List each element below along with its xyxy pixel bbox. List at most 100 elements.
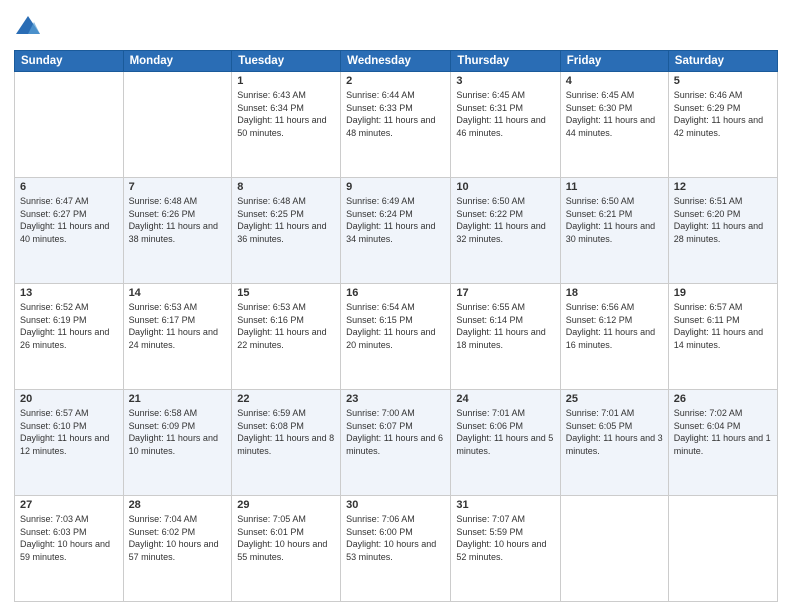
day-detail: Sunrise: 6:45 AM Sunset: 6:30 PM Dayligh… [566,89,663,139]
calendar-cell: 30Sunrise: 7:06 AM Sunset: 6:00 PM Dayli… [341,496,451,602]
calendar-cell: 1 Sunrise: 6:43 AM Sunset: 6:34 PM Daylig… [232,72,341,178]
day-number: 4 [566,75,663,87]
day-detail: Sunrise: 7:02 AM Sunset: 6:04 PM Dayligh… [674,407,772,457]
day-number: 3 [456,75,554,87]
day-detail: Sunrise: 6:57 AM Sunset: 6:11 PM Dayligh… [674,301,772,351]
calendar-cell: 15 Sunrise: 6:53 AM Sunset: 6:16 PM Dayli… [232,284,341,390]
calendar-cell: 13Sunrise: 6:52 AM Sunset: 6:19 PM Dayli… [15,284,124,390]
calendar-week-row: 6 Sunrise: 6:47 AM Sunset: 6:27 PM Daylig… [15,178,778,284]
day-detail: Sunrise: 7:06 AM Sunset: 6:00 PM Dayligh… [346,513,445,563]
day-detail: Sunrise: 6:48 AM Sunset: 6:25 PM Dayligh… [237,195,335,245]
calendar-cell: 27 Sunrise: 7:03 AM Sunset: 6:03 PM Dayli… [15,496,124,602]
day-detail: Sunrise: 6:55 AM Sunset: 6:14 PM Dayligh… [456,301,554,351]
day-detail: Sunrise: 7:00 AM Sunset: 6:07 PM Dayligh… [346,407,445,457]
calendar-cell: 24 Sunrise: 7:01 AM Sunset: 6:06 PM Dayli… [451,390,560,496]
day-number: 17 [456,287,554,299]
calendar-week-row: 13Sunrise: 6:52 AM Sunset: 6:19 PM Dayli… [15,284,778,390]
day-detail: Sunrise: 7:01 AM Sunset: 6:05 PM Dayligh… [566,407,663,457]
day-detail: Sunrise: 6:58 AM Sunset: 6:09 PM Dayligh… [129,407,227,457]
day-of-week-header: Monday [123,51,232,72]
calendar-cell: 19 Sunrise: 6:57 AM Sunset: 6:11 PM Dayli… [668,284,777,390]
day-number: 18 [566,287,663,299]
day-number: 8 [237,181,335,193]
day-detail: Sunrise: 6:52 AM Sunset: 6:19 PM Dayligh… [20,301,118,351]
day-number: 22 [237,393,335,405]
calendar-cell: 26 Sunrise: 7:02 AM Sunset: 6:04 PM Dayli… [668,390,777,496]
calendar-cell: 10 Sunrise: 6:50 AM Sunset: 6:22 PM Dayli… [451,178,560,284]
day-number: 10 [456,181,554,193]
day-number: 6 [20,181,118,193]
day-number: 9 [346,181,445,193]
day-detail: Sunrise: 6:50 AM Sunset: 6:21 PM Dayligh… [566,195,663,245]
day-number: 20 [20,393,118,405]
calendar-cell [560,496,668,602]
calendar-cell: 22 Sunrise: 6:59 AM Sunset: 6:08 PM Dayli… [232,390,341,496]
day-number: 19 [674,287,772,299]
day-number: 16 [346,287,445,299]
day-number: 27 [20,499,118,511]
calendar-cell: 11Sunrise: 6:50 AM Sunset: 6:21 PM Dayli… [560,178,668,284]
calendar-cell [123,72,232,178]
calendar-cell: 25 Sunrise: 7:01 AM Sunset: 6:05 PM Dayli… [560,390,668,496]
calendar-cell: 28 Sunrise: 7:04 AM Sunset: 6:02 PM Dayli… [123,496,232,602]
day-of-week-header: Friday [560,51,668,72]
day-detail: Sunrise: 6:47 AM Sunset: 6:27 PM Dayligh… [20,195,118,245]
calendar-cell: 21 Sunrise: 6:58 AM Sunset: 6:09 PM Dayli… [123,390,232,496]
day-detail: Sunrise: 6:44 AM Sunset: 6:33 PM Dayligh… [346,89,445,139]
day-detail: Sunrise: 7:04 AM Sunset: 6:02 PM Dayligh… [129,513,227,563]
day-detail: Sunrise: 6:48 AM Sunset: 6:26 PM Dayligh… [129,195,227,245]
day-number: 25 [566,393,663,405]
day-detail: Sunrise: 7:03 AM Sunset: 6:03 PM Dayligh… [20,513,118,563]
calendar-cell: 14Sunrise: 6:53 AM Sunset: 6:17 PM Dayli… [123,284,232,390]
day-detail: Sunrise: 6:59 AM Sunset: 6:08 PM Dayligh… [237,407,335,457]
header [14,10,778,42]
day-number: 31 [456,499,554,511]
calendar-cell: 4 Sunrise: 6:45 AM Sunset: 6:30 PM Daylig… [560,72,668,178]
calendar-table: SundayMondayTuesdayWednesdayThursdayFrid… [14,50,778,602]
day-detail: Sunrise: 6:46 AM Sunset: 6:29 PM Dayligh… [674,89,772,139]
day-detail: Sunrise: 6:54 AM Sunset: 6:15 PM Dayligh… [346,301,445,351]
calendar-cell: 7 Sunrise: 6:48 AM Sunset: 6:26 PM Daylig… [123,178,232,284]
calendar-week-row: 1 Sunrise: 6:43 AM Sunset: 6:34 PM Daylig… [15,72,778,178]
day-detail: Sunrise: 6:50 AM Sunset: 6:22 PM Dayligh… [456,195,554,245]
calendar-cell: 12 Sunrise: 6:51 AM Sunset: 6:20 PM Dayli… [668,178,777,284]
calendar-cell [668,496,777,602]
day-detail: Sunrise: 6:43 AM Sunset: 6:34 PM Dayligh… [237,89,335,139]
calendar-cell: 8 Sunrise: 6:48 AM Sunset: 6:25 PM Daylig… [232,178,341,284]
page: SundayMondayTuesdayWednesdayThursdayFrid… [0,0,792,612]
day-number: 15 [237,287,335,299]
day-detail: Sunrise: 6:51 AM Sunset: 6:20 PM Dayligh… [674,195,772,245]
calendar-cell: 6 Sunrise: 6:47 AM Sunset: 6:27 PM Daylig… [15,178,124,284]
day-of-week-header: Wednesday [341,51,451,72]
calendar-week-row: 27 Sunrise: 7:03 AM Sunset: 6:03 PM Dayli… [15,496,778,602]
day-number: 28 [129,499,227,511]
calendar-cell: 18 Sunrise: 6:56 AM Sunset: 6:12 PM Dayli… [560,284,668,390]
calendar-cell: 23Sunrise: 7:00 AM Sunset: 6:07 PM Dayli… [341,390,451,496]
day-number: 12 [674,181,772,193]
day-number: 1 [237,75,335,87]
day-number: 29 [237,499,335,511]
day-of-week-header: Thursday [451,51,560,72]
day-detail: Sunrise: 6:56 AM Sunset: 6:12 PM Dayligh… [566,301,663,351]
calendar-header-row: SundayMondayTuesdayWednesdayThursdayFrid… [15,51,778,72]
day-number: 26 [674,393,772,405]
calendar-cell: 9 Sunrise: 6:49 AM Sunset: 6:24 PM Daylig… [341,178,451,284]
calendar-cell: 20 Sunrise: 6:57 AM Sunset: 6:10 PM Dayli… [15,390,124,496]
calendar-cell: 29 Sunrise: 7:05 AM Sunset: 6:01 PM Dayli… [232,496,341,602]
day-detail: Sunrise: 6:53 AM Sunset: 6:17 PM Dayligh… [129,301,227,351]
day-number: 7 [129,181,227,193]
day-detail: Sunrise: 6:57 AM Sunset: 6:10 PM Dayligh… [20,407,118,457]
calendar-cell: 31 Sunrise: 7:07 AM Sunset: 5:59 PM Dayli… [451,496,560,602]
day-detail: Sunrise: 7:01 AM Sunset: 6:06 PM Dayligh… [456,407,554,457]
day-of-week-header: Saturday [668,51,777,72]
day-detail: Sunrise: 7:05 AM Sunset: 6:01 PM Dayligh… [237,513,335,563]
day-detail: Sunrise: 6:53 AM Sunset: 6:16 PM Dayligh… [237,301,335,351]
day-number: 5 [674,75,772,87]
logo-icon [14,14,42,42]
day-of-week-header: Tuesday [232,51,341,72]
day-detail: Sunrise: 6:49 AM Sunset: 6:24 PM Dayligh… [346,195,445,245]
day-detail: Sunrise: 7:07 AM Sunset: 5:59 PM Dayligh… [456,513,554,563]
day-number: 24 [456,393,554,405]
day-number: 21 [129,393,227,405]
calendar-cell: 5 Sunrise: 6:46 AM Sunset: 6:29 PM Daylig… [668,72,777,178]
